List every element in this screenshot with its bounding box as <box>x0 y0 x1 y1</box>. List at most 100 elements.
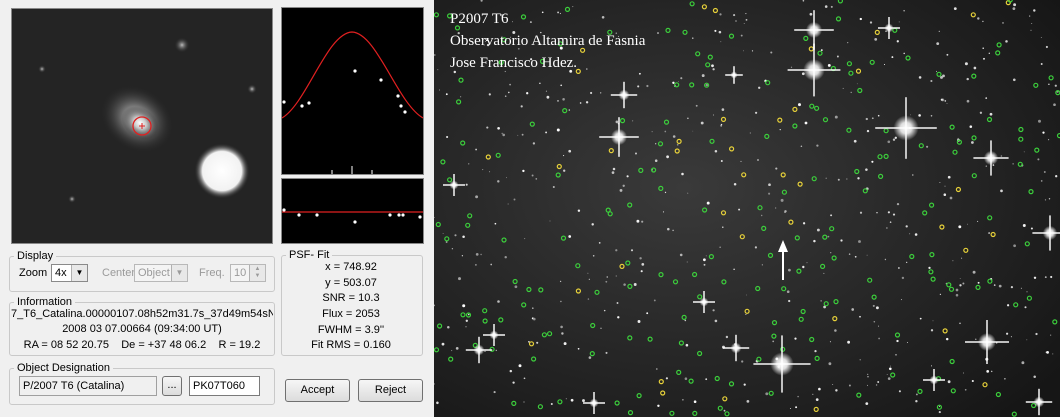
faint-star <box>559 280 562 283</box>
faint-star <box>622 184 625 187</box>
residual-points <box>282 208 422 224</box>
faint-star <box>884 258 887 261</box>
faint-star <box>930 365 933 367</box>
faint-star <box>442 233 444 234</box>
faint-star <box>653 299 656 302</box>
faint-star <box>455 347 459 350</box>
faint-star <box>536 341 539 344</box>
faint-star <box>966 99 970 103</box>
faint-star <box>545 131 548 134</box>
faint-star <box>825 177 827 179</box>
faint-star <box>531 174 534 177</box>
accept-button[interactable]: Accept <box>285 379 350 402</box>
faint-star <box>834 329 837 332</box>
faint-star <box>1033 276 1037 280</box>
faint-star <box>637 85 640 88</box>
faint-star <box>606 276 608 278</box>
faint-star <box>979 111 983 114</box>
faint-star <box>892 138 896 141</box>
faint-star <box>495 349 497 352</box>
faint-star <box>529 21 532 24</box>
code-field[interactable]: PK07T060 <box>189 376 260 396</box>
faint-star <box>546 95 550 99</box>
faint-star <box>509 369 513 373</box>
faint-star <box>641 220 644 223</box>
faint-star <box>743 50 744 52</box>
faint-star <box>458 277 461 281</box>
zoom-window[interactable] <box>11 8 273 244</box>
faint-star <box>814 349 817 353</box>
faint-star <box>619 188 623 192</box>
chevron-down-icon[interactable]: ▼ <box>171 265 187 281</box>
faint-star <box>568 109 571 111</box>
faint-star <box>703 258 706 262</box>
faint-star <box>848 384 851 387</box>
faint-star <box>938 411 941 414</box>
faint-star <box>666 155 670 159</box>
faint-star <box>655 368 658 370</box>
faint-star <box>877 381 880 383</box>
faint-star <box>521 133 524 136</box>
faint-star <box>914 233 918 236</box>
faint-star <box>605 351 608 354</box>
faint-star <box>990 370 993 373</box>
faint-star <box>775 167 778 170</box>
freq-label: Freq. <box>199 267 225 279</box>
zoom-select[interactable]: 4x ▼ <box>51 264 88 282</box>
zoom-label: Zoom <box>19 267 48 279</box>
faint-star <box>721 108 725 111</box>
faint-star <box>616 302 619 304</box>
faint-star <box>605 280 608 283</box>
designation-field[interactable]: P/2007 T6 (Catalina) <box>19 376 157 396</box>
faint-star <box>816 144 819 147</box>
faint-star <box>706 201 710 205</box>
faint-star <box>524 238 526 240</box>
faint-star <box>641 263 645 266</box>
information-legend: Information <box>17 296 73 308</box>
faint-star <box>743 383 746 386</box>
faint-star <box>1006 304 1010 307</box>
freq-spinner[interactable]: 10 ▲ ▼ <box>230 264 266 282</box>
faint-star <box>586 68 588 70</box>
faint-star <box>806 262 808 264</box>
faint-star <box>969 125 973 128</box>
faint-star <box>1053 103 1056 107</box>
faint-star <box>1050 275 1053 279</box>
faint-star <box>887 140 891 144</box>
faint-star <box>959 284 962 287</box>
chevron-down-icon[interactable]: ▼ <box>71 265 87 281</box>
spinner-arrows-icon[interactable]: ▲ ▼ <box>249 265 265 281</box>
faint-star <box>883 63 886 66</box>
faint-star <box>664 191 667 194</box>
faint-star <box>820 300 822 302</box>
faint-star <box>1000 189 1003 193</box>
center-select[interactable]: Object ▼ <box>134 264 188 282</box>
faint-star <box>493 391 496 394</box>
faint-star <box>454 234 457 237</box>
faint-star <box>959 322 961 325</box>
faint-star <box>603 309 606 312</box>
faint-star <box>711 64 714 68</box>
freq-value: 10 <box>234 267 247 279</box>
faint-star <box>585 101 589 104</box>
faint-star <box>891 56 894 59</box>
browse-designation-button[interactable]: ... <box>162 376 182 396</box>
faint-star <box>918 114 921 117</box>
faint-star <box>818 387 821 391</box>
faint-star <box>1048 139 1050 141</box>
faint-star <box>938 30 940 33</box>
faint-star <box>901 276 905 280</box>
faint-star <box>866 254 868 256</box>
faint-star <box>490 263 493 266</box>
faint-star <box>509 83 511 86</box>
faint-star <box>898 21 900 23</box>
sky-image[interactable]: P2007 T6 Observatorio Altamira de Fasnia… <box>434 0 1060 417</box>
faint-star <box>541 11 544 14</box>
reject-button[interactable]: Reject <box>358 379 423 402</box>
faint-star <box>735 20 737 22</box>
faint-star <box>982 47 984 50</box>
faint-star <box>513 198 516 201</box>
faint-star <box>962 282 965 285</box>
faint-star <box>1029 15 1031 17</box>
faint-star <box>447 325 450 329</box>
